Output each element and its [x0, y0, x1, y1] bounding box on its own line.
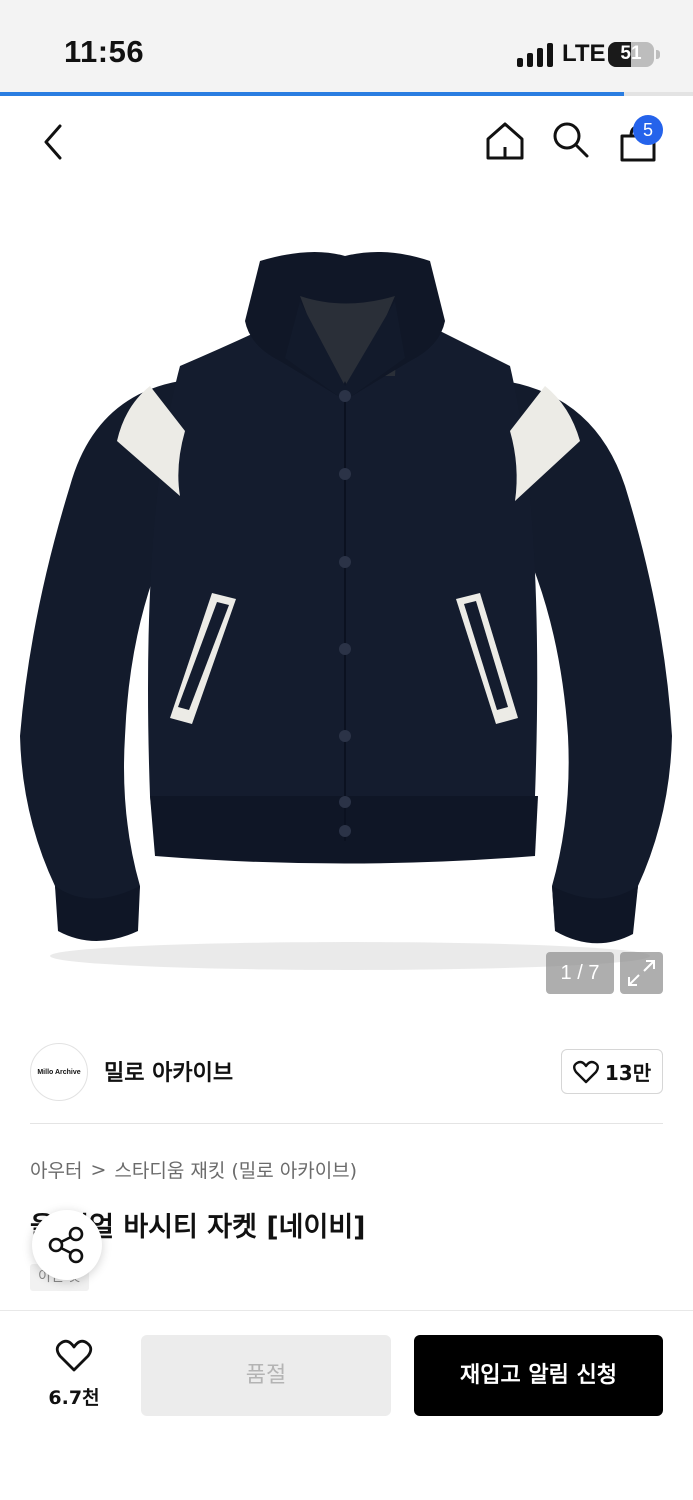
expand-image-button[interactable] — [620, 952, 663, 994]
top-nav — [0, 96, 693, 188]
soldout-button: 품절 — [141, 1335, 391, 1416]
breadcrumb-subcategory[interactable]: 스타디움 재킷 (밀로 아카이브) — [114, 1156, 357, 1183]
breadcrumb-category[interactable]: 아우터 — [30, 1156, 82, 1183]
heart-icon — [55, 1339, 93, 1372]
restock-alert-button[interactable]: 재입고 알림 신청 — [414, 1335, 663, 1416]
breadcrumb: 아우터 > 스타디움 재킷 (밀로 아카이브) — [30, 1156, 357, 1183]
product-image[interactable] — [0, 96, 693, 1019]
back-arrow-icon[interactable] — [38, 122, 68, 162]
brand-name[interactable]: 밀로 아카이브 — [104, 1055, 233, 1087]
status-bar: 11:56 LTE 51 — [0, 0, 693, 92]
heart-icon — [572, 1060, 599, 1083]
divider — [30, 1123, 663, 1124]
brand-like-button[interactable]: 13만 — [561, 1049, 663, 1094]
breadcrumb-separator: > — [90, 1158, 107, 1181]
wishlist-button[interactable]: 6.7천 — [36, 1339, 112, 1411]
battery-icon: 51 — [608, 42, 654, 67]
network-type: LTE — [562, 40, 606, 67]
brand-row[interactable]: Millo Archive 밀로 아카이브 13만 — [0, 1019, 693, 1125]
share-button[interactable] — [32, 1210, 102, 1280]
home-icon[interactable] — [484, 120, 526, 162]
wishlist-count: 6.7천 — [48, 1387, 100, 1409]
brand-logo[interactable]: Millo Archive — [30, 1043, 88, 1101]
status-time: 11:56 — [64, 34, 145, 69]
expand-icon — [628, 960, 655, 986]
cellular-signal-icon — [517, 43, 555, 67]
cart-count-badge[interactable]: 5 — [633, 115, 663, 145]
bottom-action-bar: 6.7천 품절 재입고 알림 신청 — [0, 1310, 693, 1500]
search-icon[interactable] — [551, 120, 591, 160]
battery-cap — [656, 50, 660, 59]
brand-like-count: 13만 — [604, 1061, 652, 1085]
image-counter: 1 / 7 — [546, 952, 614, 994]
battery-percent: 51 — [620, 43, 642, 64]
share-icon — [48, 1226, 84, 1264]
